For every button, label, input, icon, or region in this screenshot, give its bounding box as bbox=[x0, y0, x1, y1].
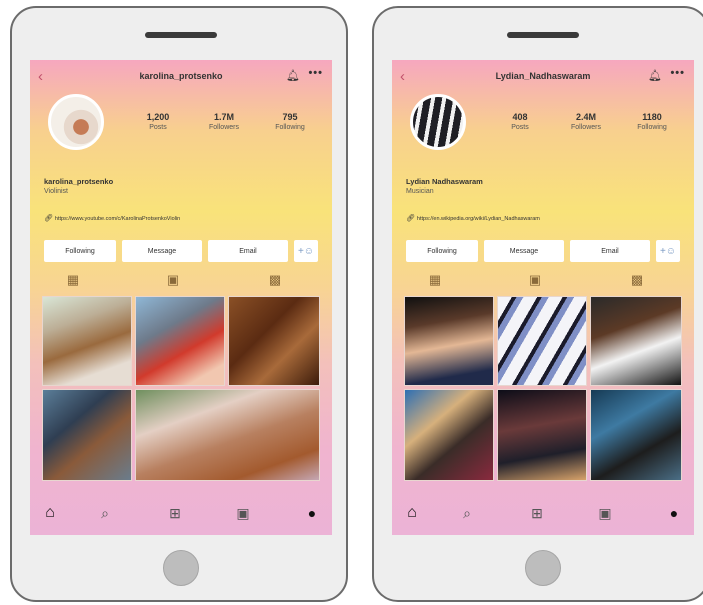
profile-screen: ‹ karolina_protsenko 🔔︎ ••• 1,200 Posts … bbox=[30, 60, 332, 535]
stat-value: 408 bbox=[512, 112, 528, 122]
phone-frame: ‹ karolina_protsenko 🔔︎ ••• 1,200 Posts … bbox=[10, 6, 348, 602]
shop-icon[interactable]: ▣ bbox=[233, 504, 253, 522]
tagged-icon[interactable]: ▩ bbox=[266, 272, 284, 288]
grid-icon[interactable]: ▦ bbox=[426, 272, 444, 288]
stat-label: Posts bbox=[149, 124, 167, 131]
link-icon: 🔗︎ bbox=[44, 215, 53, 222]
stat-value: 1,200 bbox=[146, 112, 170, 122]
following-button[interactable]: Following bbox=[406, 240, 478, 262]
stat-label: Followers bbox=[209, 124, 239, 131]
message-button[interactable]: Message bbox=[122, 240, 202, 262]
photo-thumbnail[interactable] bbox=[228, 296, 320, 386]
bottom-nav: ⌂ ⌕ ⊞ ▣ ● bbox=[392, 498, 694, 528]
photo-thumbnail[interactable] bbox=[497, 296, 587, 386]
tagged-icon[interactable]: ▩ bbox=[628, 272, 646, 288]
profile-bio: Musician bbox=[406, 188, 434, 195]
stat-label: Followers bbox=[571, 124, 601, 131]
search-icon[interactable]: ⌕ bbox=[95, 504, 115, 522]
phone-home-button[interactable] bbox=[525, 550, 561, 586]
more-icon[interactable]: ••• bbox=[670, 67, 685, 79]
phone-speaker bbox=[145, 32, 217, 38]
reels-icon[interactable]: ▣ bbox=[526, 272, 544, 288]
email-button[interactable]: Email bbox=[208, 240, 288, 262]
profile-icon[interactable]: ● bbox=[664, 504, 684, 522]
photo-grid bbox=[404, 296, 682, 486]
photo-grid bbox=[42, 296, 320, 486]
add-post-icon[interactable]: ⊞ bbox=[165, 504, 185, 522]
email-button[interactable]: Email bbox=[570, 240, 650, 262]
message-button[interactable]: Message bbox=[484, 240, 564, 262]
profile-name: karolina_protsenko bbox=[44, 177, 114, 186]
following-button[interactable]: Following bbox=[44, 240, 116, 262]
profile-screen: ‹ Lydian_Nadhaswaram 🔔︎ ••• 408 Posts 2.… bbox=[392, 60, 694, 535]
photo-thumbnail[interactable] bbox=[497, 389, 587, 481]
add-user-icon[interactable]: +☺ bbox=[656, 240, 680, 262]
stat-followers[interactable]: 2.4M Followers bbox=[554, 112, 618, 131]
stat-posts[interactable]: 408 Posts bbox=[488, 112, 552, 131]
stat-label: Posts bbox=[511, 124, 529, 131]
profile-stats: 1,200 Posts 1.7M Followers 795 Following bbox=[126, 112, 326, 142]
stat-following[interactable]: 1180 Following bbox=[620, 112, 684, 131]
stat-value: 1.7M bbox=[213, 112, 234, 122]
home-icon[interactable]: ⌂ bbox=[402, 504, 422, 522]
avatar[interactable] bbox=[410, 94, 466, 150]
photo-thumbnail[interactable] bbox=[590, 389, 682, 481]
photo-thumbnail[interactable] bbox=[135, 296, 225, 386]
more-icon[interactable]: ••• bbox=[308, 67, 323, 79]
avatar[interactable] bbox=[48, 94, 104, 150]
shop-icon[interactable]: ▣ bbox=[595, 504, 615, 522]
top-bar: ‹ Lydian_Nadhaswaram 🔔︎ ••• bbox=[392, 67, 694, 86]
profile-stats: 408 Posts 2.4M Followers 1180 Following bbox=[488, 112, 688, 142]
grid-icon[interactable]: ▦ bbox=[64, 272, 82, 288]
photo-thumbnail[interactable] bbox=[404, 389, 494, 481]
photo-thumbnail[interactable] bbox=[590, 296, 682, 386]
stat-label: Following bbox=[637, 124, 667, 131]
search-icon[interactable]: ⌕ bbox=[457, 504, 477, 522]
profile-link[interactable]: 🔗︎ https://www.youtube.com/c/KarolinaProt… bbox=[44, 214, 180, 222]
bottom-nav: ⌂ ⌕ ⊞ ▣ ● bbox=[30, 498, 332, 528]
profile-link-text: https://en.wikipedia.org/wiki/Lydian_Nad… bbox=[416, 216, 540, 222]
phone-frame: ‹ Lydian_Nadhaswaram 🔔︎ ••• 408 Posts 2.… bbox=[372, 6, 703, 602]
add-post-icon[interactable]: ⊞ bbox=[527, 504, 547, 522]
stat-value: 2.4M bbox=[575, 112, 596, 122]
photo-thumbnail[interactable] bbox=[42, 296, 132, 386]
profile-link-text: https://www.youtube.com/c/KarolinaProtse… bbox=[54, 216, 181, 222]
stat-following[interactable]: 795 Following bbox=[258, 112, 322, 131]
stat-followers[interactable]: 1.7M Followers bbox=[192, 112, 256, 131]
reels-icon[interactable]: ▣ bbox=[164, 272, 182, 288]
photo-thumbnail[interactable] bbox=[135, 389, 320, 481]
profile-icon[interactable]: ● bbox=[302, 504, 322, 522]
home-icon[interactable]: ⌂ bbox=[40, 504, 60, 522]
bell-icon[interactable]: 🔔︎ bbox=[648, 69, 662, 82]
photo-thumbnail[interactable] bbox=[42, 389, 132, 481]
stat-value: 795 bbox=[282, 112, 298, 122]
phone-home-button[interactable] bbox=[163, 550, 199, 586]
bell-icon[interactable]: 🔔︎ bbox=[286, 69, 300, 82]
phone-speaker bbox=[507, 32, 579, 38]
top-bar: ‹ karolina_protsenko 🔔︎ ••• bbox=[30, 67, 332, 86]
stat-value: 1180 bbox=[642, 112, 662, 122]
profile-bio: Violinist bbox=[44, 188, 68, 195]
stat-posts[interactable]: 1,200 Posts bbox=[126, 112, 190, 131]
stat-label: Following bbox=[275, 124, 305, 131]
profile-link[interactable]: 🔗︎ https://en.wikipedia.org/wiki/Lydian_N… bbox=[406, 214, 540, 222]
link-icon: 🔗︎ bbox=[406, 215, 415, 222]
photo-thumbnail[interactable] bbox=[404, 296, 494, 386]
add-user-icon[interactable]: +☺ bbox=[294, 240, 318, 262]
profile-name: Lydian Nadhaswaram bbox=[406, 177, 483, 186]
